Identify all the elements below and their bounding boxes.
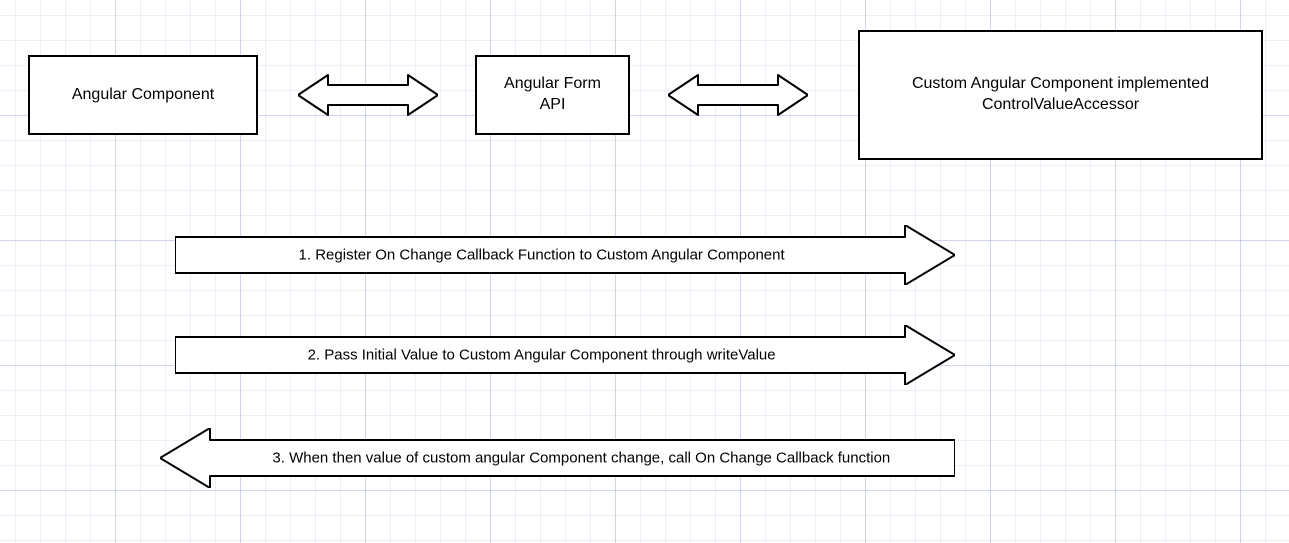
step-arrow-1: 1. Register On Change Callback Function … [175, 225, 955, 285]
step-arrow-1-label: 1. Register On Change Callback Function … [299, 247, 785, 264]
box-custom-component-label: Custom Angular Component implemented Con… [912, 74, 1209, 116]
step-arrow-3-label: 3. When then value of custom angular Com… [272, 450, 890, 467]
box-angular-form-api: Angular Form API [475, 55, 630, 135]
bidirectional-arrow-icon [668, 70, 808, 120]
step-arrow-2-label: 2. Pass Initial Value to Custom Angular … [308, 347, 776, 364]
box-angular-component: Angular Component [28, 55, 258, 135]
box-angular-form-api-label: Angular Form API [504, 74, 601, 116]
step-arrow-2: 2. Pass Initial Value to Custom Angular … [175, 325, 955, 385]
bidirectional-arrow-icon [298, 70, 438, 120]
box-angular-component-label: Angular Component [72, 85, 214, 106]
box-custom-component: Custom Angular Component implemented Con… [858, 30, 1263, 160]
step-arrow-3: 3. When then value of custom angular Com… [160, 428, 955, 488]
